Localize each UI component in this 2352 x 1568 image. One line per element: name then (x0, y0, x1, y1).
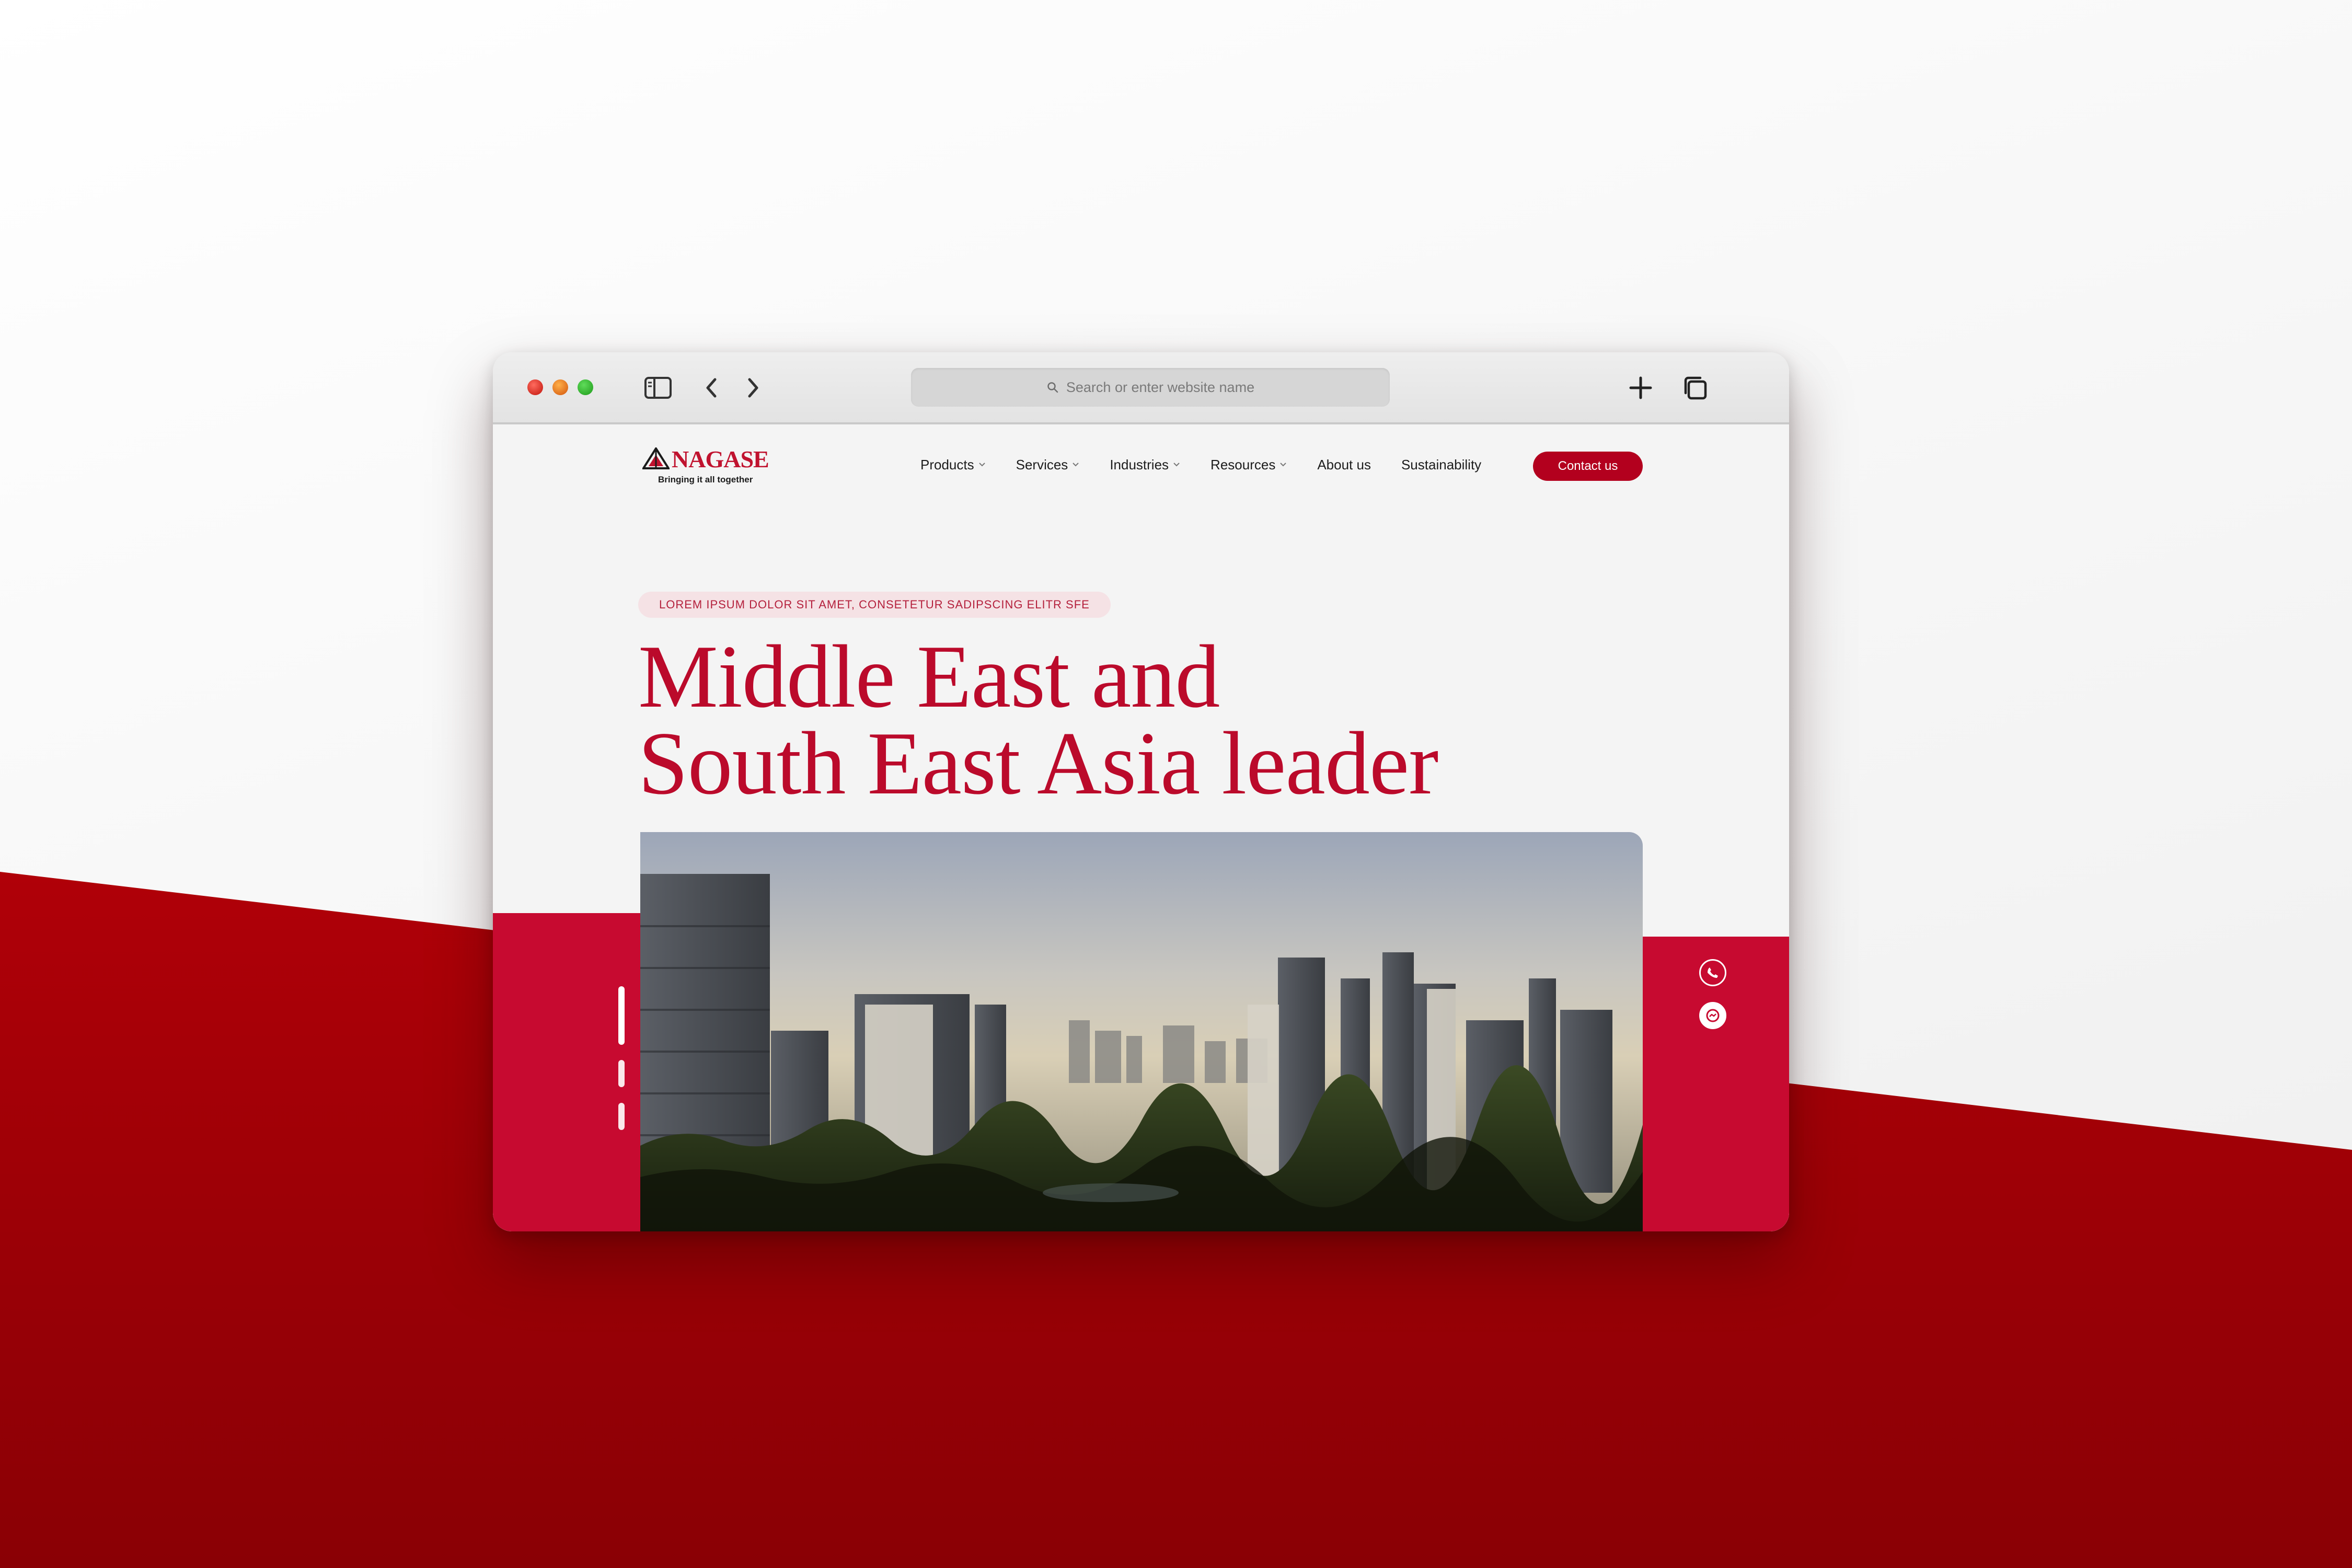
nagase-logo-mark-icon (642, 447, 670, 469)
nav-item-label: Products (920, 456, 974, 472)
nav-item-label: About us (1317, 456, 1371, 472)
search-icon (1047, 382, 1058, 393)
chevron-left-icon[interactable] (696, 372, 727, 403)
nav-item-label: Industries (1110, 456, 1169, 472)
browser-toolbar: Search or enter website name (493, 352, 1789, 424)
nav-item-products[interactable]: Products (920, 457, 986, 473)
minimize-window-button[interactable] (552, 379, 568, 395)
nav-item-label: Sustainability (1401, 456, 1482, 472)
chevron-down-icon (978, 463, 985, 467)
zoom-window-button[interactable] (578, 379, 593, 395)
messenger-icon[interactable] (1699, 1002, 1726, 1029)
hero-title-line-2: South East Asia leader (638, 714, 1438, 813)
chevron-right-icon[interactable] (737, 372, 769, 403)
site-logo[interactable]: NAGASE Bringing it all together (642, 445, 789, 487)
hero-eyebrow: LOREM IPSUM DOLOR SIT AMET, CONSETETUR S… (638, 592, 1111, 618)
close-window-button[interactable] (527, 379, 543, 395)
address-bar[interactable]: Search or enter website name (911, 368, 1390, 407)
chevron-down-icon (1173, 463, 1180, 467)
nav-item-services[interactable]: Services (1016, 457, 1080, 473)
nav-item-sustainability[interactable]: Sustainability (1401, 457, 1481, 473)
slide-indicator-active[interactable] (618, 986, 625, 1045)
plus-icon[interactable] (1625, 372, 1656, 403)
slide-indicator[interactable] (618, 1060, 625, 1087)
sidebar-icon[interactable] (642, 372, 674, 403)
contact-us-button[interactable]: Contact us (1533, 452, 1643, 481)
nav-item-label: Resources (1210, 456, 1276, 472)
nav-item-resources[interactable]: Resources (1210, 457, 1287, 473)
city-skyline-photo (640, 832, 1643, 1231)
address-bar-placeholder: Search or enter website name (1066, 379, 1255, 395)
logo-wordmark: NAGASE (672, 446, 769, 472)
chevron-down-icon (1280, 463, 1287, 467)
main-navigation: Products Services Industries Resources A… (920, 452, 1512, 478)
hero-title: Middle East and South East Asia leader (638, 627, 1579, 813)
hero-title-line-1: Middle East and (638, 627, 1220, 727)
logo-tagline: Bringing it all together (658, 475, 753, 485)
slide-indicator[interactable] (618, 1103, 625, 1130)
phone-icon[interactable] (1699, 959, 1726, 986)
tabs-overview-icon[interactable] (1679, 372, 1711, 403)
browser-window: Search or enter website name NAGASE Brin… (493, 352, 1789, 1231)
web-page: NAGASE Bringing it all together Products… (493, 424, 1789, 1231)
nav-item-about-us[interactable]: About us (1317, 457, 1371, 473)
nav-item-industries[interactable]: Industries (1110, 457, 1180, 473)
nav-item-label: Services (1016, 456, 1068, 472)
chevron-down-icon (1073, 463, 1079, 467)
